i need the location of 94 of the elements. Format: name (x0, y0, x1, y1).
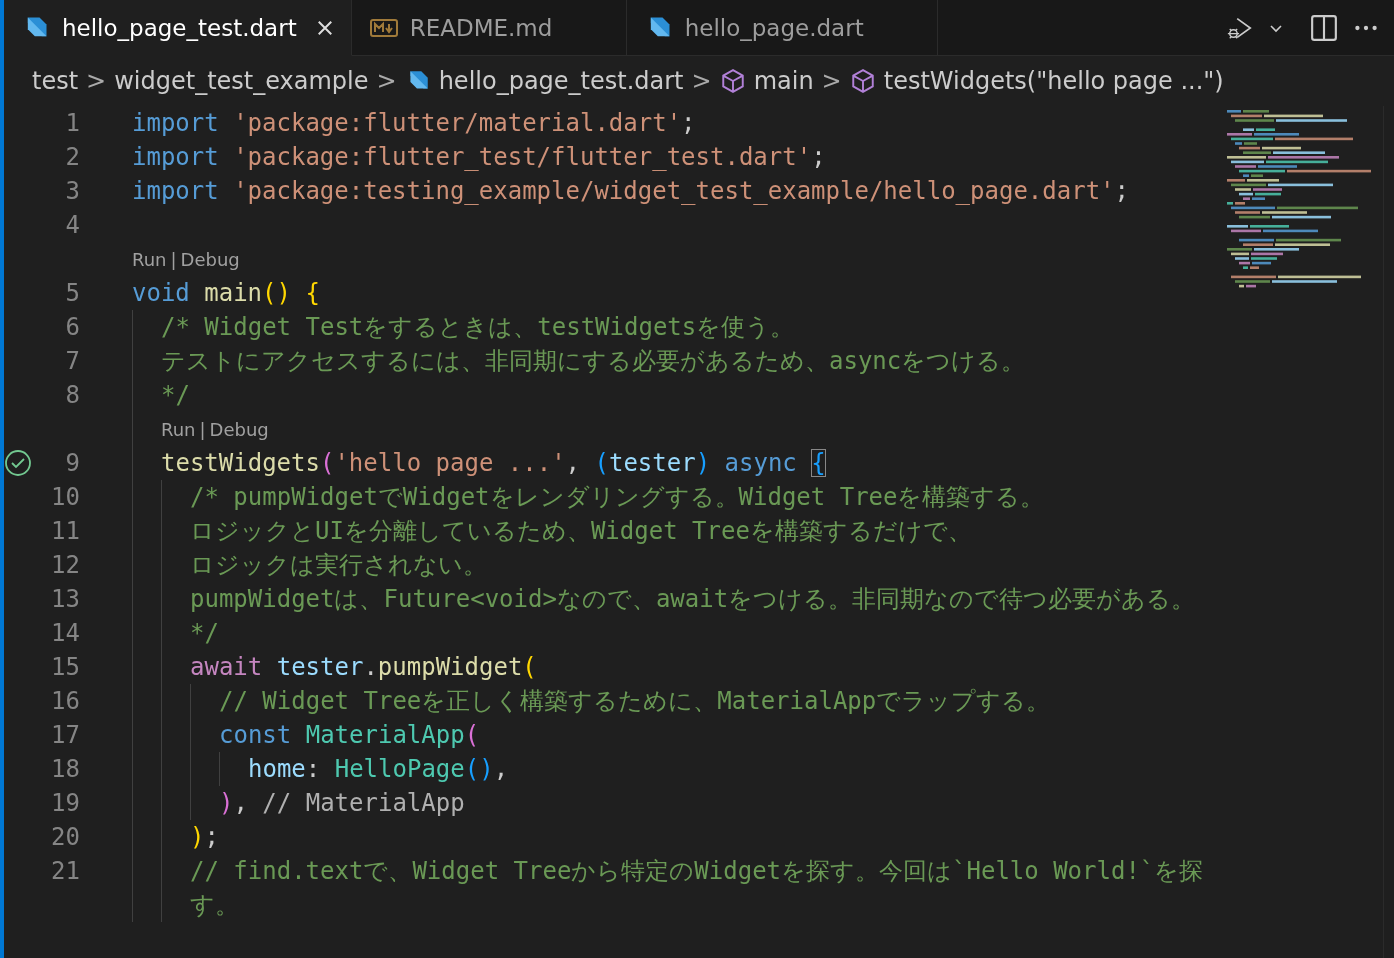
bracket-token: { (304, 279, 320, 307)
variable-token: tester (608, 449, 696, 477)
breadcrumb-separator: > (691, 67, 712, 95)
code-comment: ロジックは実行されない。 (190, 551, 487, 579)
breadcrumb-item[interactable]: widget_test_example (114, 67, 369, 95)
punctuation-token: , (565, 449, 581, 477)
line-number: 18 (51, 755, 80, 783)
punctuation-token: : (305, 755, 321, 783)
punctuation-token: ; (204, 823, 219, 851)
line-number: 11 (51, 517, 80, 545)
bracket-token: ) (219, 789, 234, 817)
cube-icon (719, 68, 746, 94)
line-number: 5 (65, 279, 80, 307)
code-comment: ロジックとUIを分離しているため、Widget Treeを構築するだけで、 (190, 517, 972, 545)
line-number: 14 (51, 619, 80, 647)
closing-label: // MaterialApp (261, 789, 465, 817)
function-token: testWidgets (161, 449, 320, 477)
line-number: 21 (51, 857, 80, 885)
bracket-token: ( (522, 653, 537, 681)
bracket-token: () (262, 279, 291, 307)
keyword-token: import (132, 143, 219, 171)
string-token: 'hello page ...' (334, 449, 566, 477)
line-number: 7 (65, 347, 80, 375)
codelens-separator: | (199, 418, 206, 440)
punctuation-token: , (233, 789, 248, 817)
line-number: 6 (65, 313, 80, 341)
line-number: 9 (65, 449, 80, 477)
line-number: 13 (51, 585, 80, 613)
string-token: 'package:flutter_test/flutter_test.dart' (232, 143, 812, 171)
line-number: 1 (65, 109, 80, 137)
codelens-link[interactable]: Run (161, 418, 196, 440)
line-number: 19 (51, 789, 80, 817)
line-number: 17 (51, 721, 80, 749)
breadcrumb-separator: > (821, 67, 842, 95)
bracket-token: ( (319, 449, 335, 477)
breadcrumb-item[interactable]: testWidgets("hello page ...") (883, 67, 1224, 95)
codelens-link[interactable]: Debug (180, 248, 240, 270)
code-comment: テストにアクセスするには、非同期にする必要があるため、asyncをつける。 (161, 347, 1026, 375)
bracket-token: ) (190, 823, 205, 851)
line-number: 16 (51, 687, 80, 715)
bracket-token: ( (593, 449, 609, 477)
breadcrumb-item[interactable]: hello_page_test.dart (438, 67, 684, 95)
breadcrumb-item[interactable]: test (32, 67, 79, 95)
function-token: pumpWidget (377, 653, 523, 681)
line-number: 20 (51, 823, 80, 851)
bracket-token: ) (695, 449, 711, 477)
keyword-token: async (723, 449, 798, 477)
line-number: 4 (65, 211, 80, 239)
line-number: 12 (51, 551, 80, 579)
codelens-link[interactable]: Debug (209, 418, 269, 440)
code-comment: す。 (190, 891, 239, 919)
line-number: 15 (51, 653, 80, 681)
line-number: 8 (65, 381, 80, 409)
test-passed-icon[interactable] (4, 449, 32, 477)
keyword-token: import (132, 109, 219, 137)
string-token: 'package:testing_example/widget_test_example/hello_page.dart' (232, 177, 1115, 205)
punctuation-token: ; (1114, 177, 1129, 205)
split-editor-icon[interactable] (1310, 13, 1338, 42)
keyword-token: await (190, 653, 263, 681)
code-comment: /* pumpWidgetでWidgetをレンダリングする。Widget Treeを構築する。 (190, 483, 1045, 511)
string-token: 'package:flutter/material.dart' (232, 109, 682, 137)
punctuation-token: , (493, 755, 509, 783)
breadcrumb-separator: > (86, 67, 107, 95)
bracket-token: ( (464, 721, 480, 749)
cube-icon (849, 68, 876, 94)
line-number: 10 (51, 483, 80, 511)
code-comment: // find.textで、Widget Treeから特定のWidgetを探す。今回は`Hello World!`を探 (190, 857, 1204, 885)
editor-tab[interactable]: hello_page_test.dart (4, 0, 352, 56)
variable-token: home (248, 755, 306, 783)
matched-bracket: { (811, 449, 826, 477)
keyword-token: void (132, 279, 190, 307)
code-comment: // Widget Treeを正しく構築するために、MaterialAppでラップする。 (219, 687, 1051, 715)
editor-tab[interactable]: hello_page.dart (626, 0, 938, 56)
class-token: HelloPage (333, 755, 465, 783)
keyword-token: import (132, 177, 219, 205)
code-comment: */ (190, 619, 219, 647)
class-token: MaterialApp (304, 721, 465, 749)
punctuation-token: ; (681, 109, 696, 137)
codelens-link[interactable]: Run (132, 248, 167, 270)
line-number: 2 (65, 143, 80, 171)
editor-tab[interactable]: README.md (351, 0, 627, 56)
bracket-token: () (464, 755, 494, 783)
variable-token: tester (275, 653, 364, 681)
codelens-separator: | (170, 248, 177, 270)
code-comment: */ (161, 381, 190, 409)
code-comment: /* Widget Testをするときは、testWidgetsを使う。 (161, 313, 795, 341)
breadcrumb-separator: > (376, 67, 397, 95)
punctuation-token: . (363, 653, 378, 681)
function-token: main (203, 279, 263, 307)
breadcrumb-item[interactable]: main (753, 67, 814, 95)
keyword-token: const (219, 721, 292, 749)
punctuation-token: ; (811, 143, 826, 171)
code-comment: pumpWidgetは、Future<void>なので、awaitをつける。非同期なので待つ必要がある。 (190, 585, 1196, 613)
line-number: 3 (65, 177, 80, 205)
